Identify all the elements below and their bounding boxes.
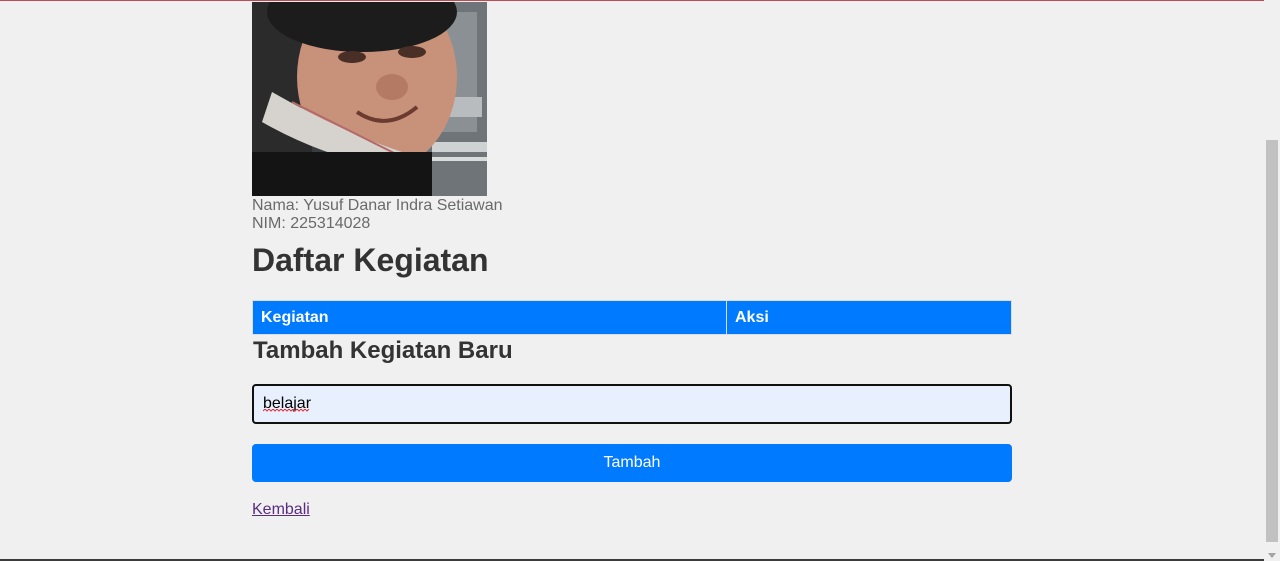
profile-photo: [252, 2, 487, 196]
scroll-down-arrow-icon[interactable]: [1268, 553, 1276, 558]
activity-input[interactable]: [252, 384, 1012, 424]
table-header-row: Kegiatan Aksi: [252, 300, 1012, 335]
student-nim: NIM: 225314028: [252, 215, 371, 232]
scrollbar-thumb[interactable]: [1266, 140, 1278, 542]
add-activity-title: Tambah Kegiatan Baru: [253, 337, 513, 364]
vertical-scrollbar[interactable]: [1264, 0, 1280, 561]
activity-table: Kegiatan Aksi: [252, 300, 1012, 335]
spellcheck-underline: [263, 409, 310, 412]
student-name: Nama: Yusuf Danar Indra Setiawan: [252, 197, 503, 214]
page-title: Daftar Kegiatan: [252, 242, 489, 278]
page-top-border: [0, 0, 1280, 1]
back-link[interactable]: Kembali: [252, 501, 310, 519]
column-header-kegiatan: Kegiatan: [252, 300, 727, 335]
column-header-aksi: Aksi: [726, 300, 1012, 335]
add-button[interactable]: Tambah: [252, 444, 1012, 482]
